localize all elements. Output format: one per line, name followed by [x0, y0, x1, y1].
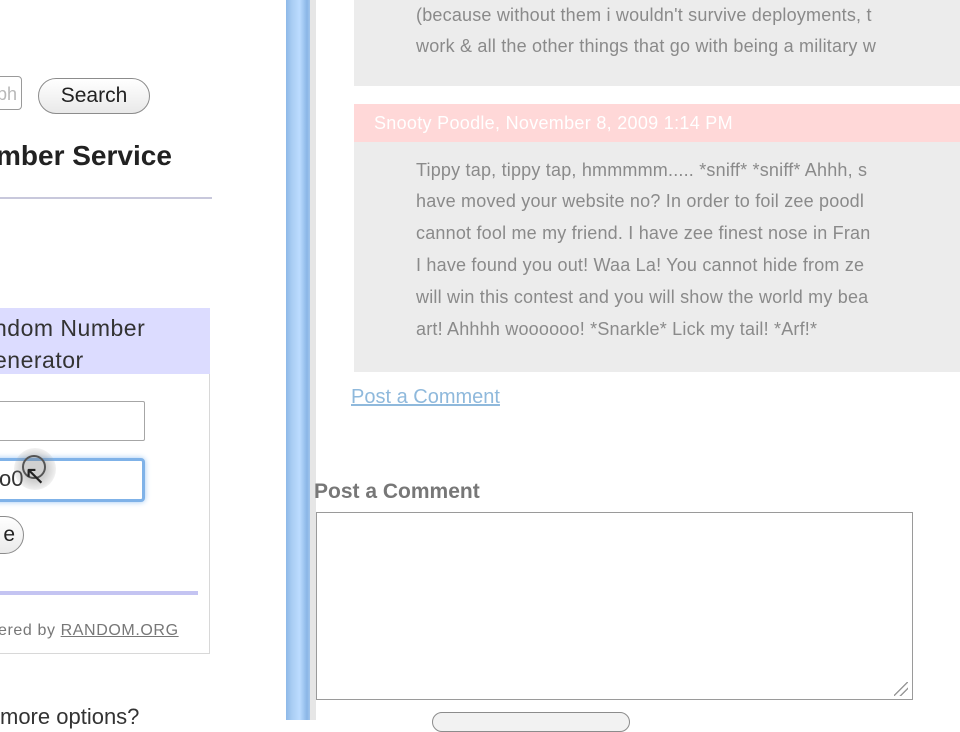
- widget-title-line1: ndom Number: [0, 315, 146, 341]
- widget-title: ndom Number enerator: [0, 312, 208, 376]
- random-org-link[interactable]: RANDOM.ORG: [61, 622, 179, 639]
- partial-button[interactable]: [432, 712, 630, 732]
- widget-title-line2: enerator: [0, 347, 84, 373]
- comment-line: (because without them i wouldn't survive…: [416, 5, 872, 25]
- comment-form-title: Post a Comment: [314, 480, 480, 503]
- search-input[interactable]: ph: [0, 76, 22, 110]
- comment-line: I have found you out! Waa La! You cannot…: [416, 255, 865, 275]
- post-comment-link[interactable]: Post a Comment: [351, 386, 500, 409]
- comment-textarea[interactable]: [316, 512, 913, 700]
- comment-line: cannot fool me my friend. I have zee fin…: [416, 223, 871, 243]
- comment-line: work & all the other things that go with…: [416, 36, 877, 56]
- min-field[interactable]: [0, 401, 145, 441]
- comment-line: Tippy tap, tippy tap, hmmmmm..... *sniff…: [416, 160, 868, 180]
- comment-line: art! Ahhhh woooooo! *Snarkle* Lick my ta…: [416, 319, 818, 339]
- comment-author: Snooty Poodle, November 8, 2009 1:14 PM: [374, 113, 733, 133]
- resize-grip-icon[interactable]: [894, 682, 908, 696]
- powered-by-text: ered by RANDOM.ORG: [0, 622, 179, 640]
- more-options-text: more options?: [0, 704, 140, 729]
- widget-divider: [0, 591, 198, 595]
- comment-line: have moved your website no? In order to …: [416, 191, 865, 211]
- title-divider: [0, 197, 212, 199]
- cursor-pointer-icon: ↖: [24, 460, 46, 490]
- service-title: mber Service: [0, 140, 172, 171]
- search-button[interactable]: Search: [38, 78, 150, 114]
- powered-prefix: ered by: [0, 622, 61, 639]
- comment-line: will win this contest and you will show …: [416, 287, 869, 307]
